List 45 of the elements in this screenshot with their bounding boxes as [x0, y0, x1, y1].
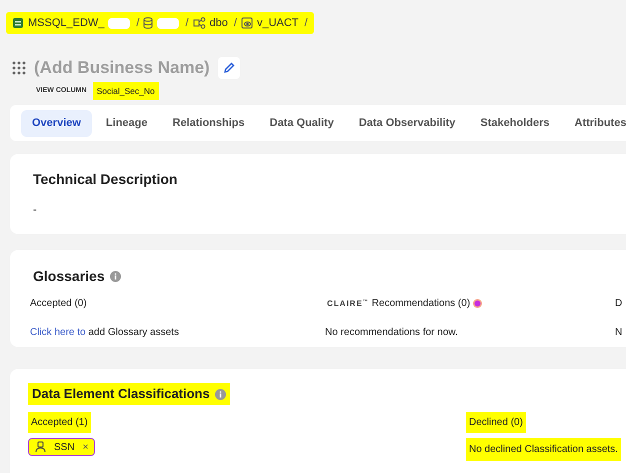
breadcrumb-separator: / [136, 16, 140, 31]
ai-dot-icon [473, 299, 482, 308]
pencil-icon [222, 62, 235, 74]
section-title: Data Element Classifications [32, 385, 210, 404]
tab[interactable]: Overview [21, 110, 92, 137]
person-icon [35, 441, 46, 454]
info-icon [214, 388, 226, 400]
column-heading: D [615, 297, 622, 312]
drag-handle-icon[interactable] [12, 60, 26, 75]
column-text: N [615, 326, 622, 340]
no-recommendations-text: No recommendations for now. [325, 326, 459, 340]
info-icon [110, 271, 121, 282]
column-heading: Accepted (0) [30, 297, 88, 312]
remove-button[interactable]: × [82, 440, 88, 455]
breadcrumb-separator: / [234, 16, 237, 31]
tab[interactable]: Data Quality [258, 110, 345, 137]
database-icon [143, 17, 154, 29]
section-title: Technical Description [33, 170, 178, 190]
breadcrumb-link[interactable]: MSSQL_EDW_ [28, 14, 104, 32]
database-server-icon [12, 17, 24, 29]
classification-tag[interactable]: SSN × [28, 438, 96, 456]
tag-label: SSN [54, 440, 75, 455]
schema-icon [192, 17, 206, 29]
section-title: Glossaries [33, 267, 105, 286]
tab[interactable]: Stakeholders [469, 110, 560, 137]
view-icon [240, 17, 253, 29]
claire-logo: CLAIRE$^{™}$ [327, 298, 369, 310]
breadcrumb-separator: / [304, 16, 308, 31]
breadcrumb-link[interactable]: dbo [210, 14, 228, 32]
view-column-value: Social_Sec_No [92, 82, 159, 100]
add-glossary-text: Click here to add Glossary assets [30, 326, 180, 340]
technical-description-value: - [33, 203, 38, 218]
business-name-title: (Add Business Name) [34, 57, 210, 79]
tab[interactable]: Relationships [162, 110, 256, 137]
tab[interactable]: Attributes [564, 110, 626, 137]
no-declined-text: No declined Classification assets. [466, 438, 621, 462]
column-heading: Recommendations (0) [372, 297, 470, 312]
tab[interactable]: Data Observability [348, 110, 466, 137]
edit-button[interactable] [218, 56, 240, 79]
column-heading: Declined (0) [466, 412, 526, 434]
breadcrumb-link[interactable]: v_UACT [256, 14, 299, 32]
tab[interactable]: Lineage [94, 110, 158, 137]
column-heading: Accepted (1) [28, 412, 91, 434]
click-here-link[interactable]: Click here to [30, 327, 86, 338]
breadcrumb-separator: / [185, 16, 189, 31]
